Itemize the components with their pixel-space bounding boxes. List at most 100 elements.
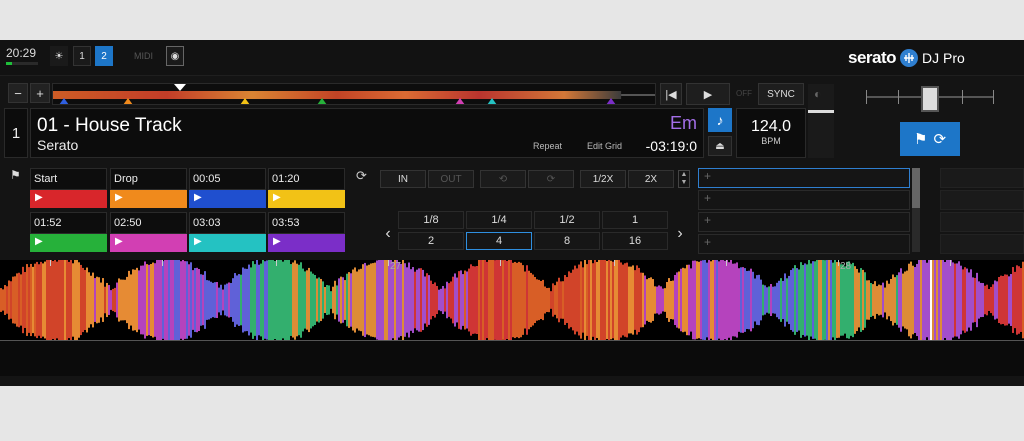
brightness-icon[interactable]: ☀	[50, 46, 68, 66]
hot-cue-pad[interactable]: 01:52 ▶	[30, 212, 107, 252]
loop-out-button[interactable]: OUT	[428, 170, 474, 188]
hot-cue-pad[interactable]: 02:50 ▶	[110, 212, 187, 252]
loop-size-button[interactable]: 16	[602, 232, 668, 250]
cue-marker[interactable]	[487, 98, 497, 104]
hot-cue-label: 02:50	[110, 212, 187, 234]
hot-cue-trigger[interactable]: ▶	[189, 190, 266, 208]
hot-cue-pad[interactable]: 01:20 ▶	[268, 168, 345, 208]
reloop-button[interactable]: ⟲	[480, 170, 526, 188]
hot-cue-trigger[interactable]: ▶	[268, 234, 345, 252]
play-button[interactable]: ▶	[686, 83, 730, 105]
sync-button[interactable]: SYNC	[758, 83, 804, 105]
loop-toggle-button[interactable]: ⟳	[528, 170, 574, 188]
hot-cue-pad[interactable]: 00:05 ▶	[189, 168, 266, 208]
play-icon: ▶	[194, 192, 202, 203]
play-icon: ▶	[35, 236, 43, 247]
cue-marker[interactable]	[123, 98, 133, 104]
plus-button[interactable]: +	[30, 83, 50, 103]
serato-logo: serato DJ Pro	[848, 46, 965, 70]
hot-cue-label: 01:52	[30, 212, 107, 234]
track-overview[interactable]	[52, 83, 656, 105]
loop-icon[interactable]: ⟳	[356, 168, 367, 184]
main-waveform[interactable]	[0, 260, 1024, 340]
hot-cue-label: Start	[30, 168, 107, 190]
crossfader-handle[interactable]	[921, 86, 939, 112]
loop-size-button[interactable]: 8	[534, 232, 600, 250]
playhead-marker[interactable]	[174, 84, 186, 91]
hot-cue-label: Drop	[110, 168, 187, 190]
deck-number: 1	[4, 108, 28, 158]
cue-flag-icon: ⚑	[10, 168, 21, 182]
repeat-button[interactable]: Repeat	[533, 141, 562, 151]
music-note-icon[interactable]: ♪	[708, 108, 732, 132]
hot-cue-trigger[interactable]: ▶	[30, 190, 107, 208]
eject-button[interactable]: ⏏	[708, 136, 732, 156]
cue-marker[interactable]	[240, 98, 250, 104]
hot-cue-label: 03:53	[268, 212, 345, 234]
loop-next-arrow[interactable]: ›	[672, 216, 688, 252]
play-icon: ▶	[115, 236, 123, 247]
loop-size-button[interactable]: 1/2	[534, 211, 600, 229]
loop-size-button[interactable]: 4	[466, 232, 532, 250]
hot-cue-trigger[interactable]: ▶	[110, 234, 187, 252]
flip-scrollbar[interactable]	[912, 168, 920, 252]
deck-1-button[interactable]: 1	[73, 46, 91, 66]
pitch-slider-handle[interactable]	[808, 110, 834, 113]
loop-prev-arrow[interactable]: ‹	[380, 216, 396, 252]
cue-marker[interactable]	[59, 98, 69, 104]
bpm-value: 124.0	[750, 118, 792, 135]
loop-double-button[interactable]: 2X	[628, 170, 674, 188]
edit-grid-button[interactable]: Edit Grid	[587, 141, 622, 151]
cue-flag-icon: ⚑	[913, 131, 928, 148]
loop-size-button[interactable]: 1/4	[466, 211, 532, 229]
skip-back-button[interactable]: |◀	[660, 83, 682, 105]
midi-label[interactable]: MIDI	[134, 51, 153, 61]
play-icon: ▶	[115, 192, 123, 203]
logo-product: DJ Pro	[922, 50, 965, 66]
loop-size-button[interactable]: 1	[602, 211, 668, 229]
play-icon: ▶	[273, 236, 281, 247]
cue-marker[interactable]	[455, 98, 465, 104]
hot-cue-trigger[interactable]: ▶	[189, 234, 266, 252]
hot-cue-pad[interactable]: Start ▶	[30, 168, 107, 208]
hot-cue-trigger[interactable]: ▶	[110, 190, 187, 208]
hot-cue-pad[interactable]: Drop ▶	[110, 168, 187, 208]
hot-cue-label: 03:03	[189, 212, 266, 234]
track-key: Em	[670, 113, 697, 133]
flip-slot[interactable]: +	[698, 168, 910, 188]
hot-cue-pad[interactable]: 03:53 ▶	[268, 212, 345, 252]
loop-icon: ⟳	[933, 131, 947, 148]
hot-cue-trigger[interactable]: ▶	[268, 190, 345, 208]
track-artist: Serato	[37, 137, 79, 153]
minus-button[interactable]: −	[8, 83, 28, 103]
cpu-meter	[6, 62, 38, 65]
waveform-graphic	[0, 260, 1024, 340]
lower-waveform-lane	[0, 340, 1024, 376]
play-icon: ▶	[35, 192, 43, 203]
loop-stepper[interactable]: ▲ ▼	[678, 170, 690, 188]
bpm-display: 124.0 BPM	[736, 108, 806, 158]
loop-size-button[interactable]: 2	[398, 232, 464, 250]
hot-cue-pad[interactable]: 03:03 ▶	[189, 212, 266, 252]
flip-slot[interactable]: +	[698, 190, 910, 210]
pitch-ring-icon: ◐	[814, 87, 822, 101]
hot-cue-label: 01:20	[268, 168, 345, 190]
flip-slot[interactable]: +	[698, 234, 910, 254]
serato-logo-icon	[900, 49, 919, 67]
loop-size-button[interactable]: 1/8	[398, 211, 464, 229]
deck-2-button[interactable]: 2	[95, 46, 113, 66]
play-icon: ▶	[273, 192, 281, 203]
cue-marker[interactable]	[317, 98, 327, 104]
loop-in-button[interactable]: IN	[380, 170, 426, 188]
cue-marker[interactable]	[606, 98, 616, 104]
bar-number: 27	[390, 261, 402, 272]
hot-cue-label: 00:05	[189, 168, 266, 190]
flip-slot[interactable]: +	[698, 212, 910, 232]
bar-number: 28	[840, 261, 852, 272]
shield-icon[interactable]: ◉	[166, 46, 184, 66]
loop-half-button[interactable]: 1/2X	[580, 170, 626, 188]
overview-waveform	[53, 91, 655, 99]
cue-loop-mode-button[interactable]: ⚑ ⟳	[900, 122, 960, 156]
clock: 20:29	[6, 46, 37, 60]
hot-cue-trigger[interactable]: ▶	[30, 234, 107, 252]
